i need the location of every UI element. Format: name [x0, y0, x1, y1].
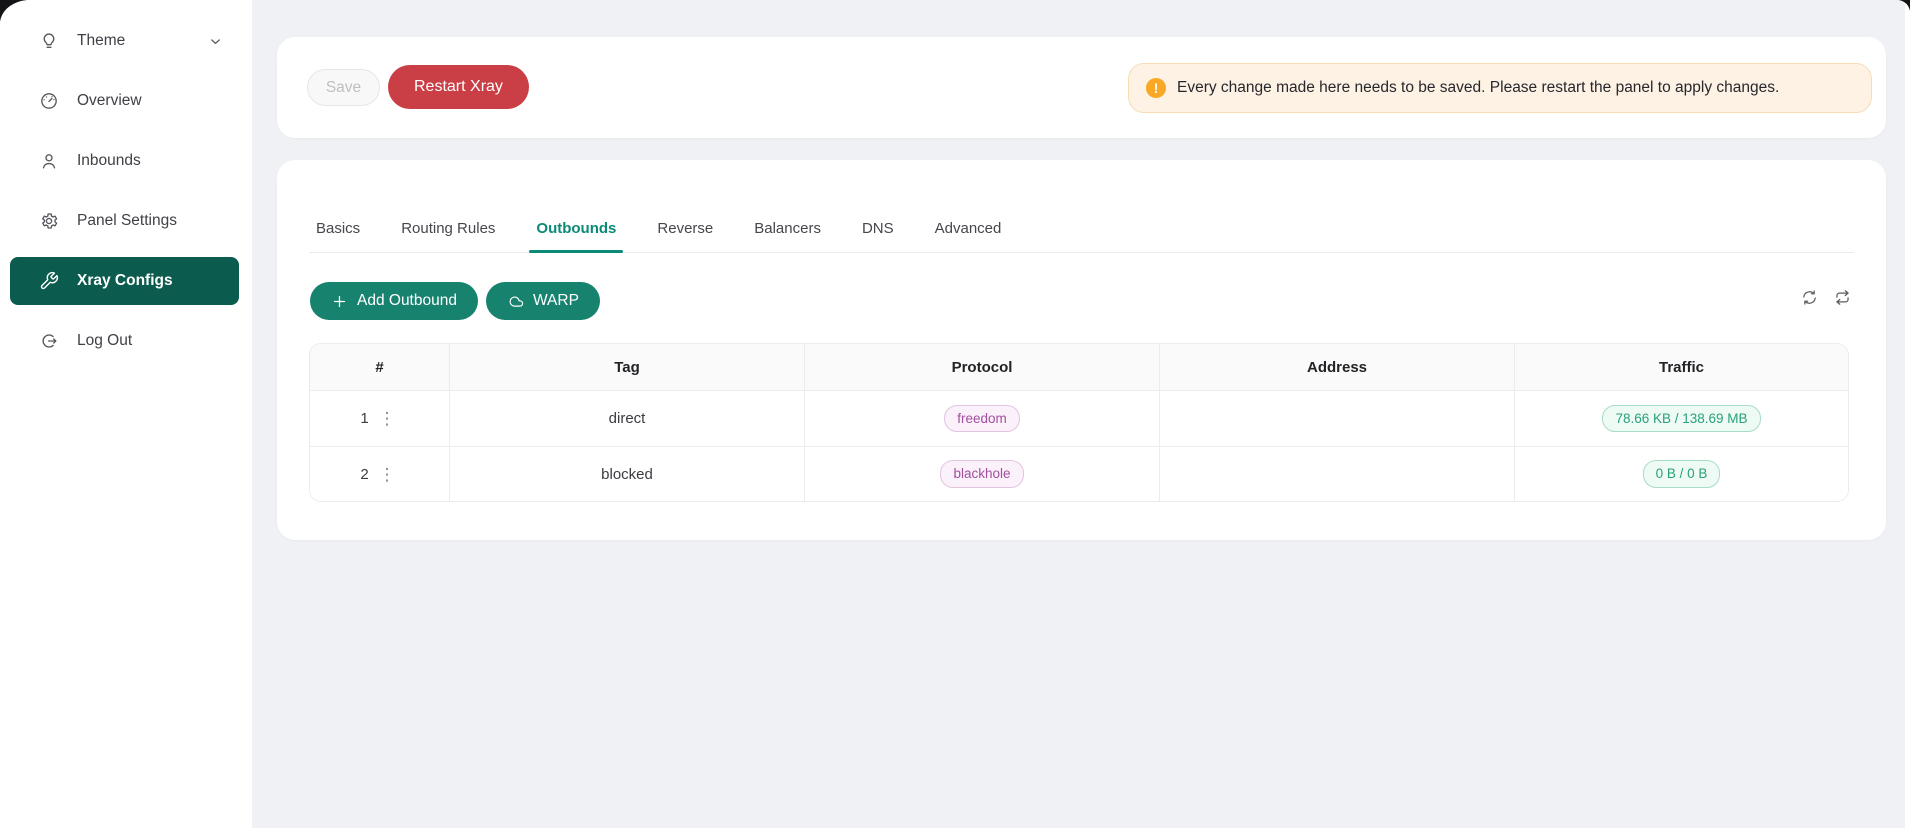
tab-advanced[interactable]: Advanced	[935, 205, 1002, 252]
sidebar-item-log-out[interactable]: Log Out	[10, 317, 239, 365]
header-address: Address	[1160, 344, 1515, 390]
alert-text: Every change made here needs to be saved…	[1177, 79, 1779, 97]
dashboard-icon	[39, 91, 59, 111]
protocol-badge: blackhole	[940, 460, 1023, 488]
tab-dns[interactable]: DNS	[862, 205, 894, 252]
config-tabs: Basics Routing Rules Outbounds Reverse B…	[309, 205, 1854, 253]
warp-label: WARP	[533, 292, 579, 310]
row-tag: direct	[450, 391, 805, 446]
user-icon	[39, 151, 59, 171]
refresh-icon[interactable]	[1800, 288, 1819, 307]
tab-routing-rules[interactable]: Routing Rules	[401, 205, 495, 252]
header-tag: Tag	[450, 344, 805, 390]
table-header-row: # Tag Protocol Address Traffic	[310, 344, 1848, 391]
sidebar: Theme Overview	[0, 0, 252, 828]
header-protocol: Protocol	[805, 344, 1160, 390]
sidebar-item-overview[interactable]: Overview	[10, 77, 239, 125]
sidebar-item-label: Theme	[77, 32, 125, 50]
row-address	[1160, 447, 1515, 501]
wrench-icon	[39, 271, 59, 291]
sidebar-item-label: Log Out	[77, 332, 132, 350]
protocol-badge: freedom	[944, 405, 1020, 433]
traffic-badge: 78.66 KB / 138.69 MB	[1602, 405, 1760, 433]
row-menu-icon[interactable]: ⋮	[376, 464, 399, 485]
repeat-icon[interactable]	[1833, 288, 1852, 307]
sidebar-item-theme[interactable]: Theme	[10, 17, 239, 65]
sidebar-item-panel-settings[interactable]: Panel Settings	[10, 197, 239, 245]
xray-config-card: Basics Routing Rules Outbounds Reverse B…	[277, 160, 1886, 540]
header-traffic: Traffic	[1515, 344, 1848, 390]
chevron-down-icon	[208, 34, 223, 49]
warning-icon: !	[1146, 78, 1166, 98]
actions-card: Save Restart Xray ! Every change made he…	[277, 37, 1886, 138]
main-content: Save Restart Xray ! Every change made he…	[252, 0, 1910, 828]
sidebar-item-xray-configs[interactable]: Xray Configs	[10, 257, 239, 305]
table-row: 2 ⋮ blocked blackhole 0 B / 0 B	[310, 446, 1848, 501]
row-index: 2	[360, 466, 368, 483]
tab-balancers[interactable]: Balancers	[754, 205, 821, 252]
unsaved-changes-alert: ! Every change made here needs to be sav…	[1128, 63, 1872, 113]
plus-icon	[331, 293, 348, 310]
row-tag: blocked	[450, 447, 805, 501]
traffic-badge: 0 B / 0 B	[1643, 460, 1721, 488]
tab-outbounds[interactable]: Outbounds	[536, 205, 616, 252]
row-address	[1160, 391, 1515, 446]
save-button[interactable]: Save	[307, 69, 380, 106]
bulb-icon	[39, 31, 59, 51]
scrollbar-track[interactable]	[1905, 0, 1910, 828]
warp-button[interactable]: WARP	[486, 282, 600, 320]
tab-basics[interactable]: Basics	[316, 205, 360, 252]
restart-xray-button[interactable]: Restart Xray	[388, 65, 529, 109]
add-outbound-label: Add Outbound	[357, 292, 457, 310]
gear-icon	[39, 211, 59, 231]
tab-reverse[interactable]: Reverse	[657, 205, 713, 252]
table-actions	[1800, 288, 1852, 307]
sidebar-item-label: Overview	[77, 92, 142, 110]
sidebar-item-label: Inbounds	[77, 152, 141, 170]
xray-panel-page: Theme Overview	[0, 0, 1910, 828]
logout-icon	[39, 331, 59, 351]
row-index: 1	[360, 410, 368, 427]
outbounds-toolbar: Add Outbound WARP	[310, 282, 600, 320]
outbounds-table: # Tag Protocol Address Traffic 1 ⋮ direc…	[309, 343, 1849, 502]
row-menu-icon[interactable]: ⋮	[376, 408, 399, 429]
cloud-icon	[507, 293, 524, 310]
sidebar-item-label: Xray Configs	[77, 272, 173, 290]
sidebar-item-label: Panel Settings	[77, 212, 177, 230]
add-outbound-button[interactable]: Add Outbound	[310, 282, 478, 320]
sidebar-item-inbounds[interactable]: Inbounds	[10, 137, 239, 185]
header-index: #	[310, 344, 450, 390]
table-row: 1 ⋮ direct freedom 78.66 KB / 138.69 MB	[310, 391, 1848, 446]
